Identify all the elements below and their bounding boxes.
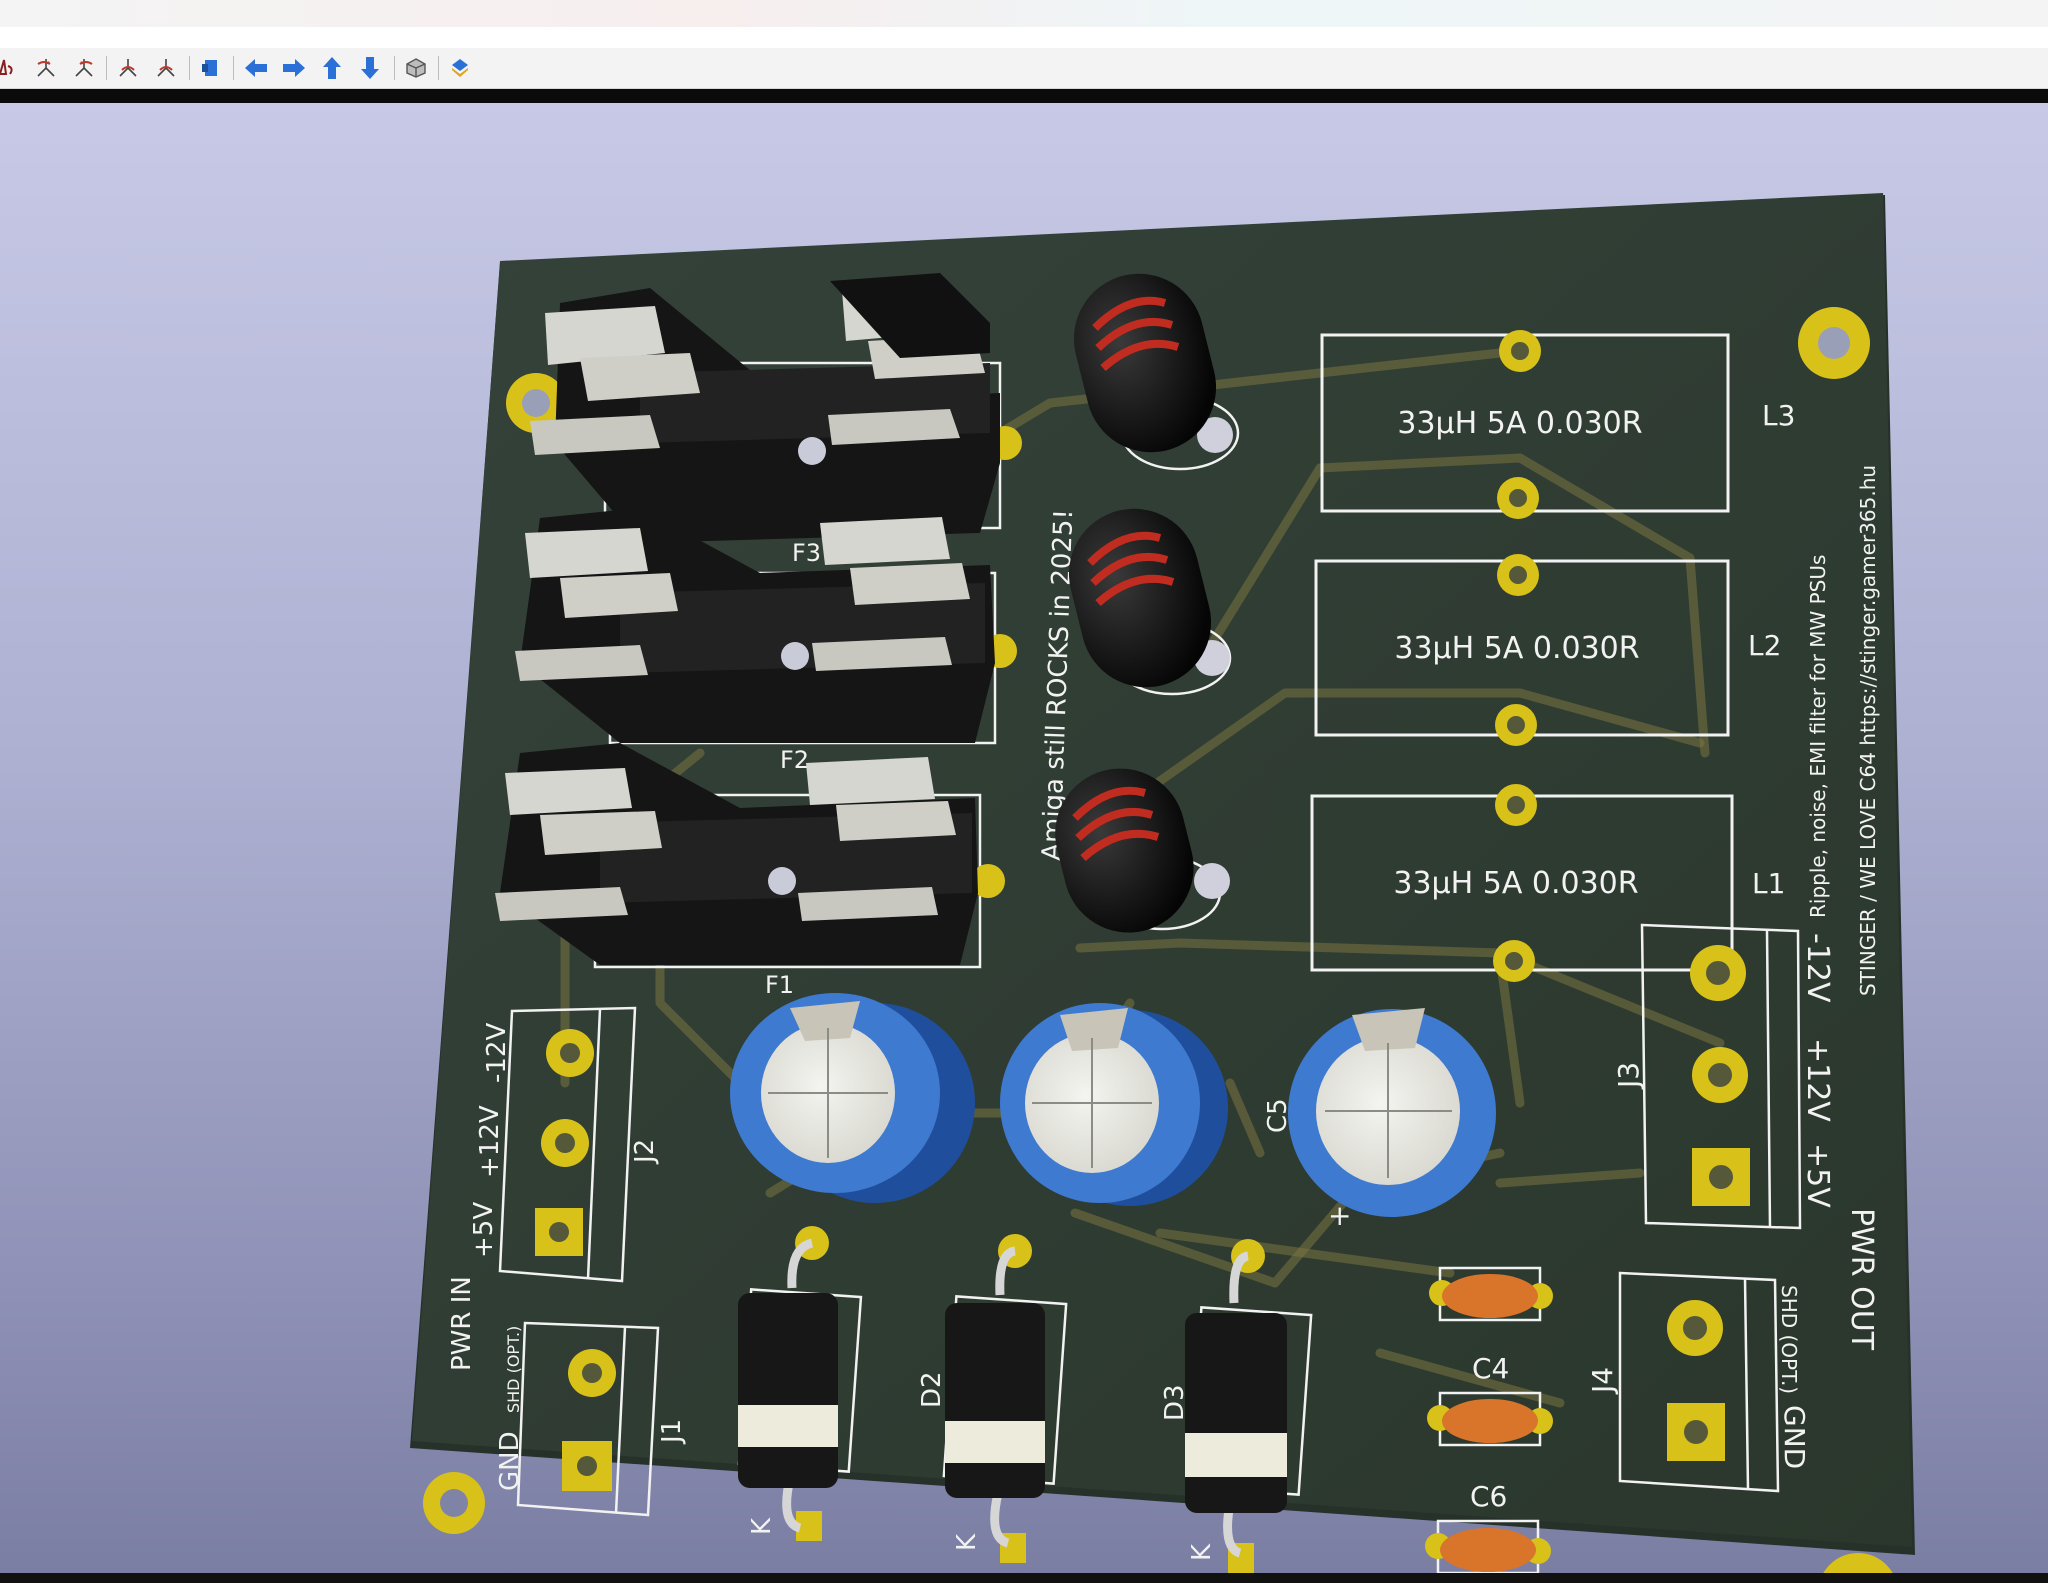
ref-k1: K <box>747 1517 777 1535</box>
j2-label-plus5v: +5V <box>469 1202 499 1258</box>
rotate-x-cw-icon[interactable] <box>70 54 98 82</box>
toolbar-separator <box>106 56 107 80</box>
toolbar-separator <box>394 56 395 80</box>
rotate-y-cw-icon[interactable] <box>152 54 180 82</box>
electrolytic-cap-3 <box>1288 1008 1496 1217</box>
j2-label-minus12v: -12V <box>482 1023 512 1083</box>
inductor-l1-value: 33µH 5A 0.030R <box>1393 866 1638 901</box>
ref-c4: C4 <box>1472 1352 1509 1385</box>
ref-l2: L2 <box>1748 629 1781 662</box>
rotate-z-icon[interactable] <box>197 54 225 82</box>
window-title-bar <box>0 0 2048 27</box>
inductor-l3-value: 33µH 5A 0.030R <box>1397 406 1642 441</box>
ref-d2: D2 <box>917 1371 947 1408</box>
j1-label-gnd: GND <box>495 1431 525 1491</box>
ref-j1: J1 <box>657 1419 687 1445</box>
3d-viewport[interactable]: 33µH 5A 0.030R 33µH 5A 0.030R 33µH 5A 0.… <box>0 103 2048 1573</box>
pwr-out-label: PWR OUT <box>1844 1208 1879 1351</box>
cap-plus-mark: + <box>1328 1199 1351 1232</box>
toolbar-separator <box>189 56 190 80</box>
pcb-3d-render: 33µH 5A 0.030R 33µH 5A 0.030R 33µH 5A 0.… <box>410 193 1915 1573</box>
j4-label-gnd: GND <box>1778 1405 1811 1469</box>
ref-c6: C6 <box>1470 1480 1507 1513</box>
j1-label-shd: SHD (OPT.) <box>504 1326 523 1413</box>
silk-stinger-text: STINGER / WE LOVE C64 https://stinger.ga… <box>1856 465 1880 996</box>
ref-c5: C5 <box>1263 1098 1293 1133</box>
inductor-l2-value: 33µH 5A 0.030R <box>1394 631 1639 666</box>
ref-f2: F2 <box>780 746 809 774</box>
toolbar-border <box>0 89 2048 103</box>
ref-f1: F1 <box>765 971 794 999</box>
move-up-icon[interactable] <box>318 54 346 82</box>
rotate-y-ccw-icon[interactable] <box>114 54 142 82</box>
ref-k3: K <box>1187 1543 1217 1561</box>
status-bar <box>0 1573 2048 1583</box>
ref-l1: L1 <box>1752 867 1785 900</box>
mounting-hole-tr <box>1798 307 1870 379</box>
ref-f3: F3 <box>792 539 821 567</box>
ceramic-cap-3 <box>1425 1519 1551 1573</box>
toolbar-separator <box>233 56 234 80</box>
move-left-icon[interactable] <box>242 54 270 82</box>
j4-label-shd: SHD (OPT.) <box>1777 1285 1801 1394</box>
ref-d3: D3 <box>1160 1384 1190 1421</box>
rotate-x-ccw-icon[interactable] <box>32 54 60 82</box>
mounting-hole-bl <box>423 1472 485 1534</box>
ref-j3: J3 <box>1612 1062 1645 1090</box>
viewer-toolbar <box>0 48 2048 89</box>
j3-label-plus5v: +5V <box>1800 1143 1835 1208</box>
j3-label-plus12v: +12V <box>1800 1038 1835 1122</box>
menu-area <box>0 27 2048 48</box>
flip-board-icon[interactable] <box>0 54 20 82</box>
j3-label-minus12v: -12V <box>1800 933 1835 1003</box>
ref-l3: L3 <box>1762 399 1795 432</box>
ref-j2: J2 <box>630 1139 660 1165</box>
board-body-icon[interactable] <box>402 54 430 82</box>
j2-label-plus12v: +12V <box>475 1105 505 1178</box>
mounting-hole-br <box>1823 1553 1893 1573</box>
pwr-in-label: PWR IN <box>447 1276 477 1371</box>
move-down-icon[interactable] <box>356 54 384 82</box>
move-right-icon[interactable] <box>280 54 308 82</box>
silk-ripple-text: Ripple, noise, EMI filter for MW PSUs <box>1806 555 1830 918</box>
solder-mask-icon[interactable] <box>446 54 474 82</box>
toolbar-separator <box>438 56 439 80</box>
ref-j4: J4 <box>1586 1367 1619 1395</box>
ref-k2: K <box>952 1533 982 1551</box>
